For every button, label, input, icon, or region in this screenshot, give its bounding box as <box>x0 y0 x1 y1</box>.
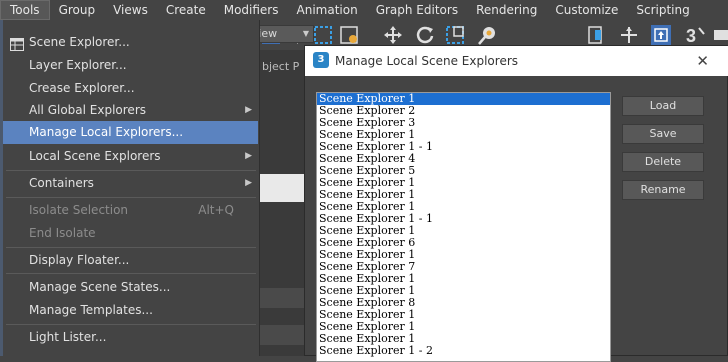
menu-item-label: Manage Local Explorers... <box>29 125 184 139</box>
menu-group[interactable]: Group <box>50 0 105 20</box>
move-icon[interactable] <box>382 24 404 46</box>
dialog-title: Manage Local Scene Explorers <box>335 54 519 68</box>
load-button[interactable]: Load <box>622 96 704 116</box>
menu-item-all-global-explorers[interactable]: All Global Explorers ▶ <box>3 99 258 122</box>
menu-item-manage-local-explorers[interactable]: Manage Local Explorers... <box>3 121 258 144</box>
close-icon[interactable]: ✕ <box>696 46 709 76</box>
svg-text:3: 3 <box>686 26 696 46</box>
menu-graph-editors[interactable]: Graph Editors <box>367 0 467 20</box>
menu-separator <box>6 273 256 274</box>
menu-modifiers[interactable]: Modifiers <box>215 0 288 20</box>
scale-icon[interactable] <box>444 24 466 46</box>
menu-customize[interactable]: Customize <box>546 0 627 20</box>
dialog-title-bar[interactable]: 3 Manage Local Scene Explorers ✕ <box>305 46 728 76</box>
submenu-arrow-icon: ▶ <box>245 151 252 161</box>
menu-item-label: All Global Explorers <box>29 103 146 117</box>
menu-separator <box>6 247 256 248</box>
place-icon[interactable] <box>476 24 498 46</box>
keyboard-shortcut-override-icon[interactable] <box>650 24 672 46</box>
menu-item-scene-explorer[interactable]: Scene Explorer... <box>3 31 258 54</box>
menu-item-label: Manage Templates... <box>29 303 153 317</box>
menu-item-display-floater[interactable]: Display Floater... <box>3 249 258 272</box>
menu-item-end-isolate[interactable]: End Isolate <box>3 222 258 245</box>
pivot-icon[interactable] <box>584 24 606 46</box>
menu-separator <box>6 197 256 198</box>
menu-separator <box>6 170 256 171</box>
background-panel-strip <box>260 174 304 202</box>
explorer-list[interactable]: Scene Explorer 1 Scene Explorer 2 Scene Ex… <box>316 92 611 362</box>
rename-button[interactable]: Rename <box>622 180 704 200</box>
background-row <box>260 325 304 345</box>
menu-item-label: Display Floater... <box>29 253 130 267</box>
menu-item-label: Crease Explorer... <box>29 81 135 95</box>
menu-item-label: Layer Explorer... <box>29 58 127 72</box>
background-row <box>260 288 304 308</box>
menu-item-label: Light Lister... <box>29 330 107 344</box>
menu-item-label: Manage Scene States... <box>29 280 171 294</box>
menu-item-label: Scene Explorer... <box>29 35 130 49</box>
menu-item-manage-templates[interactable]: Manage Templates... <box>3 299 258 322</box>
menu-separator <box>6 324 256 325</box>
app-logo-icon: 3 <box>313 52 329 68</box>
menu-item-light-lister[interactable]: Light Lister... <box>3 326 258 349</box>
menu-item-shortcut: Alt+Q <box>198 203 234 217</box>
menu-item-label: Isolate Selection <box>29 203 129 217</box>
menu-item-layer-explorer[interactable]: Layer Explorer... <box>3 54 258 77</box>
delete-button[interactable]: Delete <box>622 152 704 172</box>
menu-item-manage-scene-states[interactable]: Manage Scene States... <box>3 276 258 299</box>
menu-item-label: End Isolate <box>29 226 96 240</box>
rotate-icon[interactable] <box>414 24 436 46</box>
rectangle-selection-icon[interactable] <box>312 24 334 46</box>
menu-item-label: Containers <box>29 176 94 190</box>
menu-rendering[interactable]: Rendering <box>467 0 546 20</box>
snap-toggle-icon[interactable] <box>712 24 728 46</box>
table-icon <box>10 36 24 51</box>
menu-create[interactable]: Create <box>157 0 215 20</box>
menu-item-isolate-selection[interactable]: Isolate Selection Alt+Q <box>3 199 258 222</box>
window-crossing-icon[interactable] <box>338 24 360 46</box>
save-button[interactable]: Save <box>622 124 704 144</box>
submenu-arrow-icon: ▶ <box>245 178 252 188</box>
menu-tools[interactable]: Tools <box>0 0 50 20</box>
menu-item-containers[interactable]: Containers ▶ <box>3 172 258 195</box>
menu-item-label: Local Scene Explorers <box>29 149 161 163</box>
menu-animation[interactable]: Animation <box>288 0 367 20</box>
menu-scripting[interactable]: Scripting <box>627 0 698 20</box>
menu-views[interactable]: Views <box>104 0 157 20</box>
menu-item-crease-explorer[interactable]: Crease Explorer... <box>3 77 258 100</box>
menu-bar: Tools Group Views Create Modifiers Anima… <box>0 0 728 20</box>
menu-item-local-scene-explorers[interactable]: Local Scene Explorers ▶ <box>3 145 258 168</box>
chevron-down-icon: ▼ <box>302 29 309 38</box>
background-partial-label: bject P <box>262 60 300 73</box>
list-item[interactable]: Scene Explorer 1 - 2 <box>317 345 610 357</box>
manage-local-scene-explorers-dialog: 3 Manage Local Scene Explorers ✕ Scene E… <box>304 45 728 362</box>
snap-axis-icon[interactable] <box>618 24 640 46</box>
snap-3d-icon[interactable]: 3 <box>684 24 706 46</box>
submenu-arrow-icon: ▶ <box>245 105 252 115</box>
